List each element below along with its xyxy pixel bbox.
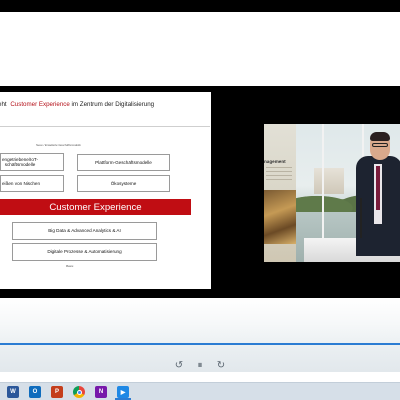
speaker-tie: [376, 166, 380, 210]
microphone: [360, 198, 362, 238]
rewind-10-icon[interactable]: ↺: [173, 360, 185, 372]
forward-10-icon[interactable]: ↻: [215, 360, 227, 372]
progress-fill: [0, 343, 400, 345]
poster-image: [264, 190, 296, 244]
slide-subtitle: Neue / Erweiterte Geschäftsmodelle: [36, 143, 81, 147]
speaker-glasses: [372, 143, 388, 147]
media-player-icon[interactable]: ▶: [117, 386, 129, 398]
outlook-icon[interactable]: O: [29, 386, 41, 398]
slide-divider: [0, 126, 210, 127]
box-niche: eißen von Nischen: [0, 175, 64, 192]
slide-title-suffix: im Zentrum der Digitalisierung: [69, 101, 155, 108]
progress-bar[interactable]: [0, 343, 400, 345]
chrome-icon[interactable]: [73, 386, 85, 398]
slide-title-prefix: eht: [0, 101, 7, 108]
box-platform-business-models: Plattform-Geschäftsmodelle: [77, 154, 170, 171]
slide-footer: Basis: [66, 264, 74, 268]
poster-text-lines: [266, 167, 292, 183]
slide-title-highlight: Customer Experience: [10, 101, 70, 108]
box-digital-processes: Digitale Prozesse & Automatisierung: [12, 243, 157, 261]
pause-icon[interactable]: ⏸: [194, 360, 206, 372]
taskbar: W O P N ▶: [0, 382, 400, 400]
box-ecosystems: Ökosysteme: [77, 175, 170, 192]
screen: eht Customer Experience im Zentrum der D…: [0, 0, 400, 400]
box-iot-business-models: engetriebene/IoT- schäftsmodelle: [0, 153, 64, 171]
speaker-hair: [370, 132, 390, 141]
playback-controls: ↺ ⏸ ↻: [0, 355, 400, 373]
onenote-icon[interactable]: N: [95, 386, 107, 398]
speaker-camera-feed: nagement: [264, 124, 400, 262]
customer-experience-banner: Customer Experience: [0, 199, 191, 215]
poster-wall: nagement: [264, 124, 296, 262]
word-icon[interactable]: W: [7, 386, 19, 398]
slide-title: eht Customer Experience im Zentrum der D…: [0, 101, 210, 108]
powerpoint-icon[interactable]: P: [51, 386, 63, 398]
poster-title: nagement: [264, 159, 286, 164]
top-black-bar: [0, 0, 400, 12]
box-big-data: Big Data & Advanced Analytics & AI: [12, 222, 157, 240]
